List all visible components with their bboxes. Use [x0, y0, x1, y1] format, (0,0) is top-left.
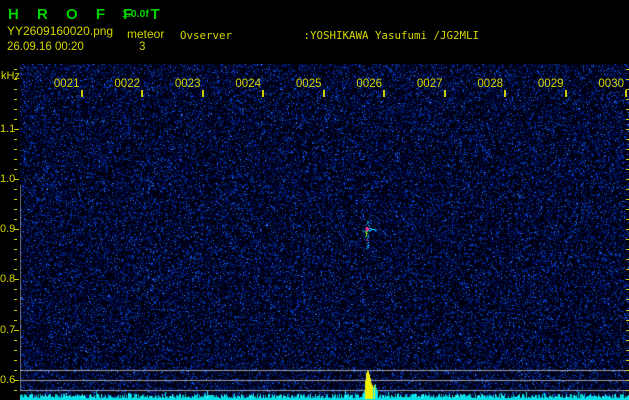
freq-tick-left: [14, 299, 17, 301]
freq-tick-left: [14, 389, 17, 391]
x-tick-0021: [80, 90, 83, 97]
freq-tick-left: [14, 108, 17, 110]
freq-tick-left: [14, 349, 17, 351]
x-tick-0030: [625, 90, 627, 97]
y-tick-label-0.6: 0.6: [0, 373, 16, 386]
freq-tick-left: [14, 148, 17, 150]
freq-tick-left: [14, 138, 17, 140]
x-tick-label-0025: 0025: [295, 78, 322, 90]
y-tick-label-0.7: 0.7: [0, 323, 16, 336]
x-tick-0024: [262, 90, 264, 97]
freq-tick-left: [14, 189, 17, 191]
x-tick-label-0021: 0021: [53, 78, 80, 90]
x-tick-label-0024: 0024: [235, 78, 261, 90]
x-tick-label-0027: 0027: [416, 78, 443, 90]
freq-tick-left: [14, 168, 17, 170]
freq-tick-left: [14, 219, 17, 221]
x-tick-0027: [443, 90, 446, 97]
freq-tick-left: [14, 289, 17, 291]
x-tick-label-0026: 0026: [356, 78, 382, 90]
freq-tick-left: [14, 98, 17, 100]
freq-tick-left: [14, 78, 17, 80]
x-tick-label-0022: 0022: [114, 78, 140, 90]
x-tick-0029: [564, 90, 567, 97]
y-tick-label-0.9: 0.9: [0, 223, 16, 236]
freq-tick-left: [14, 239, 17, 241]
freq-tick-left: [14, 68, 17, 70]
x-tick-0022: [141, 90, 143, 97]
y-tick-label-1.0: 1.0: [0, 173, 16, 185]
x-tick-0025: [322, 90, 325, 97]
freq-tick-left: [14, 359, 17, 361]
freq-tick-left: [14, 259, 17, 261]
freq-tick-left: [14, 369, 17, 371]
y-tick-label-1.1: 1.1: [0, 122, 16, 135]
freq-tick-left: [14, 158, 17, 160]
x-tick-label-0029: 0029: [537, 78, 564, 90]
x-tick-0026: [383, 90, 385, 97]
freq-tick-left: [14, 319, 17, 321]
freq-tick-left: [14, 209, 17, 211]
freq-tick-left: [14, 118, 17, 120]
x-tick-label-0028: 0028: [477, 78, 503, 90]
x-tick-0023: [201, 90, 204, 97]
freq-tick-left: [14, 88, 17, 90]
hrofft-screen: { "header": { "app_title": "H R O F F T"…: [0, 0, 629, 400]
freq-tick-left: [14, 199, 17, 201]
freq-tick-left: [14, 309, 17, 311]
y-axis-unit-label: kHz: [1, 70, 20, 82]
x-tick-0028: [504, 90, 506, 97]
freq-tick-left: [14, 249, 17, 251]
y-tick-label-0.8: 0.8: [0, 273, 16, 286]
freq-tick-left: [14, 269, 17, 271]
x-tick-label-0030: 0030: [598, 78, 624, 90]
axes-layer: kHz 1.1 1.0 0.9 0.8 0.7 0.6 0021 0022 0023 0024 00…: [0, 0, 629, 400]
freq-tick-left: [14, 339, 17, 341]
x-tick-label-0023: 0023: [174, 78, 201, 90]
